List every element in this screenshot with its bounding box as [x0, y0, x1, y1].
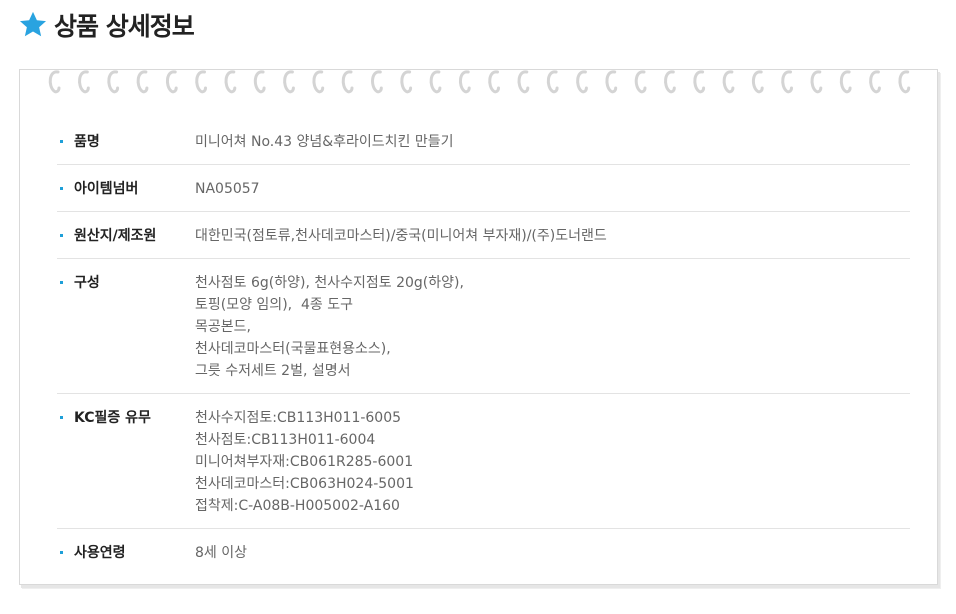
- binder-ring: [48, 70, 61, 94]
- detail-label: 아이템넘버: [57, 178, 195, 200]
- binder-ring: [253, 70, 266, 94]
- detail-value: 천사수지점토:CB113H011-6005 천사점토:CB113H011-6004…: [195, 407, 910, 517]
- binder-ring: [195, 70, 207, 94]
- detail-value-line: 8세 이상: [195, 545, 247, 561]
- binder-ring: [458, 70, 471, 94]
- detail-label: KC필증 유무: [57, 407, 195, 517]
- binder-ring: [136, 70, 149, 94]
- detail-label-text: 품명: [74, 134, 100, 150]
- detail-row: KC필증 유무 천사수지점토:CB113H011-6005 천사점토:CB113H0…: [57, 394, 910, 529]
- bullet-icon: [60, 140, 63, 143]
- binder-ring: [107, 70, 120, 94]
- binder-rings-icon: [48, 70, 911, 94]
- binder-ring: [693, 70, 706, 94]
- binder-ring: [429, 70, 442, 94]
- binder-ring: [224, 70, 237, 94]
- section-title: 상품 상세정보: [54, 12, 195, 41]
- detail-value-line: 목공본드,: [195, 319, 251, 335]
- detail-value-line: 그릇 수저세트 2벌, 설명서: [195, 363, 351, 379]
- binder-ring: [810, 70, 823, 94]
- bullet-icon: [60, 234, 63, 237]
- detail-row: 원산지/제조원 대한민국(점토류,천사데코마스터)/중국(미니어쳐 부자재)/(주…: [57, 212, 910, 259]
- binder-ring: [78, 70, 90, 94]
- detail-value: 미니어쳐 No.43 양념&후라이드치킨 만들기: [195, 131, 910, 153]
- detail-value-line: 미니어쳐부자재:CB061R285-6001: [195, 454, 414, 470]
- binder-ring: [869, 70, 881, 94]
- detail-value: 천사점토 6g(하양), 천사수지점토 20g(하양), 토핑(모양 임의), 4…: [195, 272, 910, 382]
- binder-ring: [312, 70, 325, 94]
- detail-value-line: 천사점토 6g(하양), 천사수지점토 20g(하양),: [195, 275, 464, 291]
- detail-value-line: 토핑(모양 임의), 4종 도구: [195, 297, 354, 313]
- binder-ring: [898, 70, 911, 94]
- detail-label-text: 사용연령: [74, 545, 126, 561]
- detail-value-line: 천사데코마스터:CB063H024-5001: [195, 476, 414, 492]
- bullet-icon: [60, 551, 63, 554]
- binder-ring: [605, 70, 618, 94]
- binder-ring: [165, 70, 178, 94]
- binder-ring: [576, 70, 588, 94]
- detail-label-text: 구성: [74, 275, 100, 291]
- detail-label-text: KC필증 유무: [74, 410, 151, 426]
- section-header: 상품 상세정보: [18, 8, 195, 42]
- detail-row: 품명 미니어쳐 No.43 양념&후라이드치킨 만들기: [57, 118, 910, 165]
- detail-value-line: NA05057: [195, 181, 260, 197]
- binder-ring: [781, 70, 793, 94]
- detail-label-text: 원산지/제조원: [74, 228, 157, 244]
- detail-value-line: 대한민국(점토류,천사데코마스터)/중국(미니어쳐 부자재)/(주)도너랜드: [195, 228, 607, 244]
- notebook-rings: [42, 64, 922, 102]
- detail-row: 아이템넘버 NA05057: [57, 165, 910, 212]
- binder-ring: [283, 70, 295, 94]
- detail-label: 구성: [57, 272, 195, 382]
- detail-value: NA05057: [195, 178, 910, 200]
- bullet-icon: [60, 416, 63, 419]
- binder-ring: [517, 70, 530, 94]
- star-icon: [20, 11, 46, 37]
- binder-ring: [546, 70, 559, 94]
- detail-row: 사용연령 8세 이상: [57, 529, 910, 575]
- detail-label: 원산지/제조원: [57, 225, 195, 247]
- binder-ring: [400, 70, 413, 94]
- detail-value-line: 천사수지점토:CB113H011-6005: [195, 410, 402, 426]
- detail-card: 품명 미니어쳐 No.43 양념&후라이드치킨 만들기아이템넘버 NA05057 원산…: [19, 69, 938, 585]
- binder-ring: [488, 70, 500, 94]
- bullet-icon: [60, 281, 63, 284]
- detail-value-line: 접착제:C-A08B-H005002-A160: [195, 498, 400, 514]
- detail-label: 품명: [57, 131, 195, 153]
- detail-value: 8세 이상: [195, 542, 910, 564]
- bullet-icon: [60, 187, 63, 190]
- binder-ring: [341, 70, 354, 94]
- binder-ring: [722, 70, 735, 94]
- binder-ring: [634, 70, 647, 94]
- detail-label-text: 아이템넘버: [74, 181, 139, 197]
- detail-value-line: 천사점토:CB113H011-6004: [195, 432, 376, 448]
- binder-ring: [664, 70, 676, 94]
- detail-value: 대한민국(점토류,천사데코마스터)/중국(미니어쳐 부자재)/(주)도너랜드: [195, 225, 910, 247]
- detail-value-line: 천사데코마스터(국물표현용소스),: [195, 341, 391, 357]
- binder-ring: [371, 70, 383, 94]
- binder-ring: [751, 70, 764, 94]
- binder-ring: [839, 70, 852, 94]
- detail-row: 구성 천사점토 6g(하양), 천사수지점토 20g(하양), 토핑(모양 임의),…: [57, 259, 910, 394]
- detail-table: 품명 미니어쳐 No.43 양념&후라이드치킨 만들기아이템넘버 NA05057 원산…: [57, 118, 910, 575]
- detail-value-line: 미니어쳐 No.43 양념&후라이드치킨 만들기: [195, 134, 454, 150]
- detail-label: 사용연령: [57, 542, 195, 564]
